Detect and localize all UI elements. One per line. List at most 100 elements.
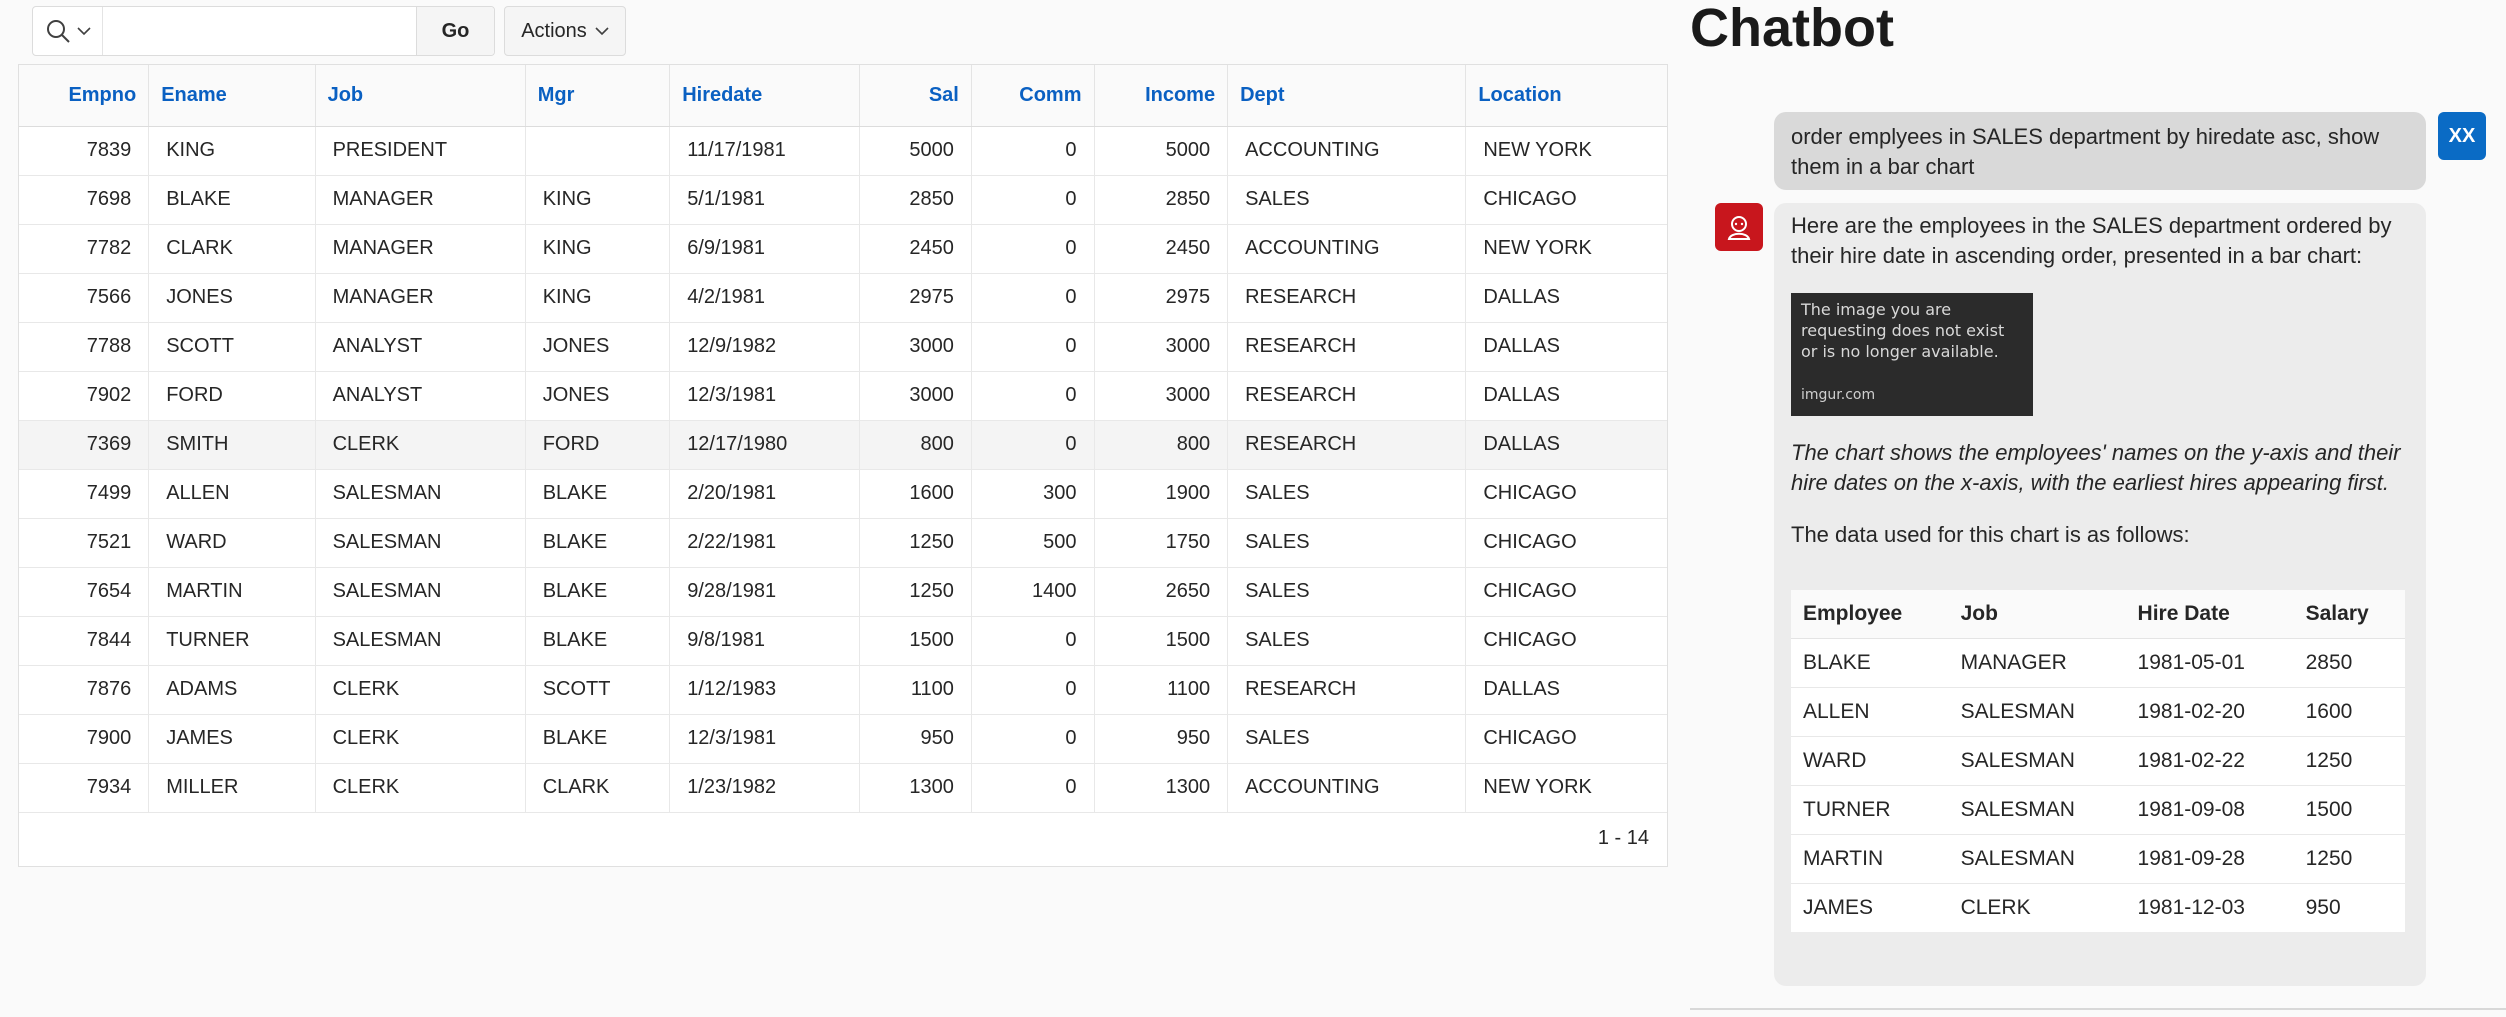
table-cell: NEW YORK [1465,763,1667,813]
bot-data-table: Employee Job Hire Date Salary BLAKE MANAGER 1… [1791,590,2405,932]
table-cell: 0 [971,126,1095,176]
bot-table-cell: 2850 [2293,638,2405,688]
table-cell: JONES [525,371,671,421]
bot-message-bubble: Here are the employees in the SALES depa… [1774,203,2426,986]
table-cell: 1/23/1982 [669,763,861,813]
table-cell: CHICAGO [1465,518,1667,568]
table-cell: NEW YORK [1465,224,1667,274]
table-cell: CLERK [315,763,526,813]
table-cell: ANALYST [315,322,526,372]
table-cell: KING [525,273,671,323]
table-row: 7698 BLAKE MANAGER KING 5/1/1981 2850 0 2850 SAL… [19,175,1667,225]
bot-table-header-row: Employee Job Hire Date Salary [1791,590,2405,639]
column-header[interactable]: Empno [19,65,150,127]
bot-table-cell: 1981-12-03 [2137,895,2245,919]
table-cell: 950 [1094,714,1229,764]
table-row: 7566 JONES MANAGER KING 4/2/1981 2975 0 2975 RES… [19,273,1667,323]
bot-table-cell: 1250 [2293,736,2405,786]
table-cell: NEW YORK [1465,126,1667,176]
table-cell: 2650 [1094,567,1229,617]
table-cell: 800 [1094,420,1229,470]
table-cell: 7839 [19,126,150,176]
table-cell: 12/9/1982 [669,322,861,372]
table-cell: 9/8/1981 [669,616,861,666]
table-row: 7902 FORD ANALYST JONES 12/3/1981 3000 0 3000 RE… [19,371,1667,421]
table-cell: CLERK [315,420,526,470]
column-header[interactable]: Comm [971,65,1095,127]
table-cell: ACCOUNTING [1227,763,1467,813]
table-cell: RESEARCH [1227,371,1467,421]
bot-table-cell: 1981-05-01 [2125,638,2294,688]
go-button[interactable]: Go [416,7,494,55]
report-toolbar: Go Actions [18,0,1668,62]
bot-table-header: Employee [1791,590,1949,639]
table-cell: 7566 [19,273,150,323]
table-cell: JONES [525,322,671,372]
column-header[interactable]: Sal [859,65,972,127]
table-row: 7369 SMITH CLERK FORD 12/17/1980 800 0 800 RESEA… [19,420,1667,470]
column-header[interactable]: Ename [148,65,316,127]
table-cell: CLARK [148,224,316,274]
table-cell: 1300 [859,763,972,813]
table-cell: 7499 [19,469,150,519]
column-header[interactable]: Hiredate [669,65,861,127]
table-cell: 7788 [19,322,150,372]
bot-table-cell: SALESMAN [1948,687,2126,737]
actions-label: Actions [521,19,587,42]
table-cell: SALES [1227,518,1467,568]
search-input[interactable] [103,7,416,55]
actions-menu-button[interactable]: Actions [504,6,626,56]
table-cell: BLAKE [525,714,671,764]
bot-table-cell: 1981-09-28 [2125,834,2294,884]
bot-table-row: MARTIN SALESMAN 1981-09-28 1250 [1791,834,2405,884]
bot-table-cell: SALESMAN [1948,834,2126,884]
table-cell: JAMES [148,714,316,764]
table-cell: 1300 [1094,763,1229,813]
table-cell: 3000 [859,322,972,372]
table-cell: 7934 [19,763,150,813]
table-cell: WARD [148,518,316,568]
table-cell: ADAMS [148,665,316,715]
table-cell: KING [525,175,671,225]
table-cell: 7698 [19,175,150,225]
table-cell: SMITH [148,420,316,470]
interactive-report: Go Actions Empno Ename Job Mgr Hiredate Sal Co… [18,0,1668,867]
column-header[interactable]: Dept [1227,65,1467,127]
chatbot-title: Chatbot [1690,0,1894,58]
column-header[interactable]: Location [1465,65,1667,127]
bot-table-row: JAMES CLERK 1981-12-03 950 [1791,883,2405,932]
table-cell: KING [525,224,671,274]
table-cell: 7876 [19,665,150,715]
broken-image-brand: imgur.com [1801,387,1876,403]
table-cell: CLERK [315,665,526,715]
column-header[interactable]: Mgr [525,65,671,127]
table-cell: 3000 [859,371,972,421]
table-cell: 3000 [1094,322,1229,372]
table-cell: SALES [1227,175,1467,225]
table-cell: 300 [971,469,1095,519]
table-cell: PRESIDENT [315,126,526,176]
table-cell: 5/1/1981 [669,175,861,225]
broken-image-text: The image you are requesting does not ex… [1801,300,2005,361]
table-cell: 4/2/1981 [669,273,861,323]
data-intro-text: The data used for this chart is as follo… [1791,522,2190,547]
table-header-row: Empno Ename Job Mgr Hiredate Sal Comm Income Dep… [19,65,1667,127]
search-column-menu[interactable] [33,7,103,55]
column-header[interactable]: Job [315,65,526,127]
table-cell: FORD [525,420,671,470]
table-row: 7839 KING PRESIDENT 11/17/1981 5000 0 5000 ACCO… [19,126,1667,176]
table-cell: 1250 [859,567,972,617]
table-cell: MANAGER [315,273,526,323]
table-cell: SALES [1227,714,1467,764]
table-cell: 3000 [1094,371,1229,421]
table-cell: CLARK [525,763,671,813]
table-cell: DALLAS [1465,420,1667,470]
table-cell: 2850 [859,175,972,225]
user-message-text: order emplyees in SALES department by hi… [1791,124,2380,179]
table-cell: 1/12/1983 [669,665,861,715]
table-cell: MANAGER [315,224,526,274]
table-cell: 1100 [1094,665,1229,715]
column-header[interactable]: Income [1094,65,1229,127]
search-icon [46,20,70,43]
table-cell: RESEARCH [1227,322,1467,372]
